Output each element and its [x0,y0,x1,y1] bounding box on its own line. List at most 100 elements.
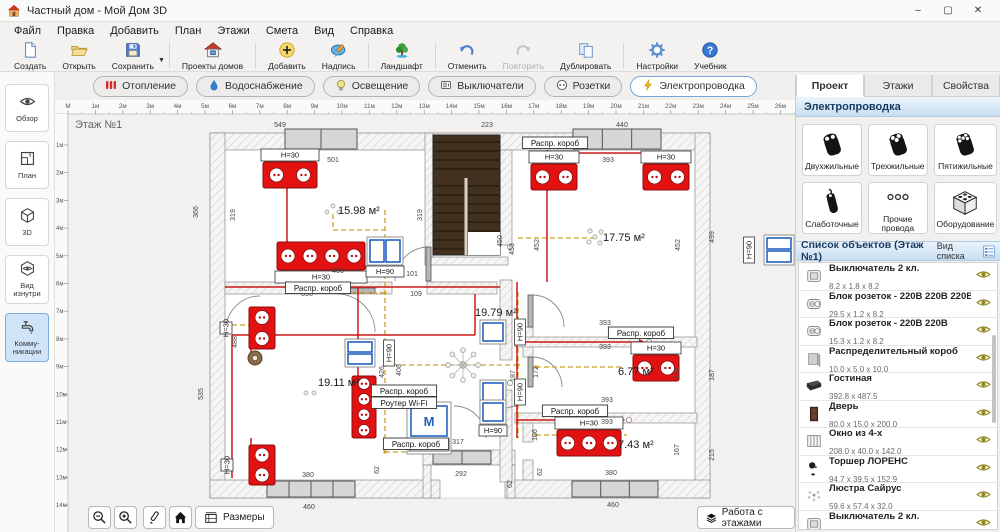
new-icon [21,41,39,61]
toolbar-button[interactable]: Надпись [314,40,364,71]
menu-item[interactable]: Добавить [102,25,167,37]
mode-tab[interactable]: Водоснабжение [196,76,315,97]
zoom-in-button[interactable] [114,506,137,529]
height-label: Н=30 [281,151,299,160]
toolbar-button[interactable]: Настройки [628,40,686,71]
ruler-top-label: 13м [419,103,430,110]
menu-item[interactable]: Файл [6,25,49,37]
toolbar-button[interactable]: Добавить [260,40,314,71]
mode-tab[interactable]: Отопление [93,76,188,97]
height-label: Н=90 [376,267,394,276]
maximize-button[interactable]: ▢ [933,5,963,16]
list-scrollbar[interactable] [992,335,996,423]
sidebar-item[interactable]: 3D [5,198,49,246]
panel-tab[interactable]: Этажи [864,75,932,97]
menu-item[interactable]: Справка [342,25,401,37]
menu-item[interactable]: Вид [306,25,342,37]
socket-object-icon [804,295,824,313]
visibility-eye-icon[interactable] [976,462,991,473]
sidebar-item[interactable]: Обзор [5,84,49,132]
object-list-row[interactable]: Выключатель 2 кл.8.2 x 1.8 x 8.2 [799,511,997,531]
menu-item[interactable]: План [167,25,210,37]
height-label: Н=90 [516,323,525,341]
mode-tab[interactable]: Выключатели [428,76,535,97]
visibility-eye-icon[interactable] [976,324,991,335]
panel-tab[interactable]: Проект [796,75,864,97]
visibility-eye-icon[interactable] [976,297,991,308]
wire-category[interactable]: Слаботочные [802,182,862,234]
visibility-eye-icon[interactable] [976,434,991,445]
chandelier-object-icon [804,487,824,505]
ruler-top-label: 25м [747,103,758,110]
floors-button[interactable]: Работа с этажами [697,506,795,529]
ruler-top-label: 20м [610,103,621,110]
save-dropdown-arrow[interactable]: ▼ [158,57,165,64]
zoom-out-button[interactable] [88,506,111,529]
sidebar-item[interactable]: План [5,141,49,189]
wire-category[interactable]: Пятижильные [934,124,998,176]
height-label: Н=30 [545,153,563,162]
toolbar-button[interactable]: ?Учебник [686,40,735,71]
toolbar-separator [169,43,170,68]
wire-category[interactable]: Прочие провода [868,182,928,234]
height-label: Н=90 [745,241,754,259]
menu-item[interactable]: Этажи [209,25,257,37]
ruler-left-label: 12м [56,448,67,454]
mode-tab[interactable]: Освещение [323,76,421,97]
wire-category-label: Прочие провода [871,215,925,234]
menu-item[interactable]: Смета [258,25,306,37]
ruler-top-label: 2м [119,103,127,110]
toolbar-button[interactable]: Открыть [54,40,103,71]
menu-item[interactable]: Правка [49,25,102,37]
visibility-eye-icon[interactable] [976,517,991,528]
mode-tab[interactable]: Электропроводка [630,76,757,97]
ruler-top-label: 22м [665,103,676,110]
visibility-eye-icon[interactable] [976,352,991,363]
visibility-eye-icon[interactable] [976,489,991,500]
close-button[interactable]: ✕ [963,5,993,16]
dimension-label: 172 [533,366,540,378]
home-view-button[interactable] [169,506,192,529]
wire-category[interactable]: Оборудование [934,182,998,234]
undo-icon [458,41,476,61]
visibility-eye-icon[interactable] [976,379,991,390]
sidebar-item[interactable]: Вид изнутри [5,255,49,304]
cable2-icon [815,129,849,161]
ruler-left-label: 4м [56,226,63,232]
toolbar-button[interactable]: Дублировать [552,40,619,71]
cube-icon [19,207,36,227]
wire-category[interactable]: Двухжильные [802,124,862,176]
toolbar-button[interactable]: Создать [6,40,54,71]
toolbar-button[interactable]: Отменить [440,40,495,71]
floor-plan[interactable]: М1м2м3м4м5м6м7м8м9м10м11м12м13м14м15м16м… [55,100,795,532]
plan-canvas[interactable]: М1м2м3м4м5м6м7м8м9м10м11м12м13м14м15м16м… [55,100,795,532]
dimension-label: 101 [406,271,418,278]
toolbar-button[interactable]: Ландшафт [373,40,431,71]
height-label: Н=30 [647,344,665,353]
toolbar-button[interactable]: Проекты домов [174,40,251,71]
ruler-top-label: 21м [638,103,649,110]
faucet-icon [19,318,36,338]
dimension-label: 380 [302,472,314,479]
wire-category[interactable]: Трехжильные [868,124,928,176]
mode-tab[interactable]: Розетки [544,76,623,97]
list-view-control[interactable]: Вид списка [937,241,995,261]
sidebar-item[interactable]: Комму- никации [5,313,49,362]
toolbar-button[interactable]: Сохранить [104,40,162,71]
object-name: Окно из 4-х [829,428,882,439]
drop-icon [208,79,220,94]
dimension-label: 62 [374,466,381,474]
dimension-label: 499 [709,231,716,243]
measure-tool-button[interactable] [143,506,166,529]
dimensions-toggle-button[interactable]: Размеры [195,506,274,529]
minimize-button[interactable]: – [903,5,933,16]
height-label: Н=90 [385,344,394,362]
sidebar-item-label: 3D [22,229,32,238]
ruler-top-label: 3м [146,103,154,110]
visibility-eye-icon[interactable] [976,269,991,280]
app-window: Частный дом - Мой Дом 3D –▢✕ ФайлПравкаД… [0,0,1000,532]
visibility-eye-icon[interactable] [976,407,991,418]
dimension-label: 452 [675,239,682,251]
ruler-top-label: 26м [775,103,786,110]
panel-tab[interactable]: Свойства [932,75,1000,97]
